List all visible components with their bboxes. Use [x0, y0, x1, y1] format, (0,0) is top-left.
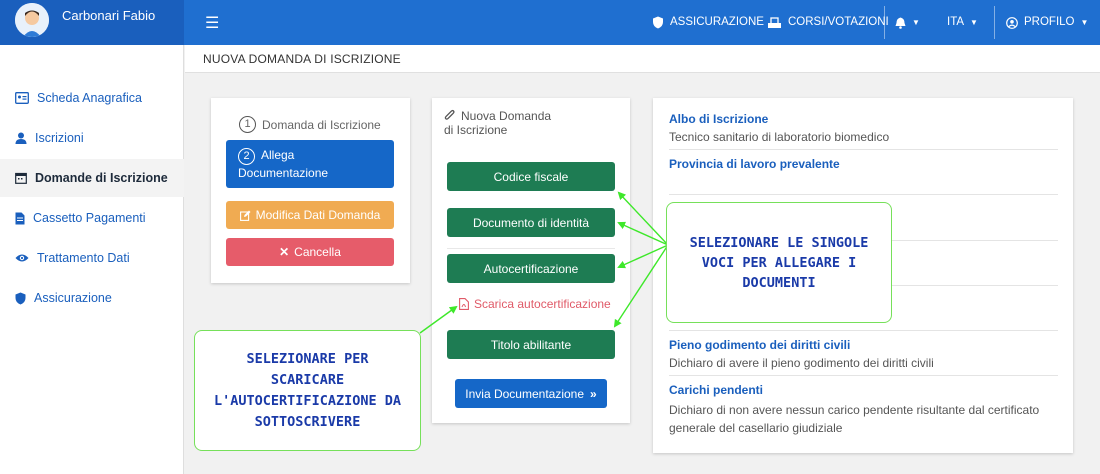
caret-down-icon: ▼	[970, 18, 978, 27]
diritti-label: Pieno godimento dei diritti civili	[669, 338, 851, 352]
diritti-value: Dichiaro di avere il pieno godimento dei…	[669, 356, 934, 370]
provincia-label: Provincia di lavoro prevalente	[669, 157, 840, 171]
carichi-value-line2: generale del casellario giudiziale	[669, 421, 843, 435]
titolo-abilitante-label: Titolo abilitante	[490, 337, 572, 352]
albo-label: Albo di Iscrizione	[669, 112, 769, 126]
autocertificazione-button[interactable]: Autocertificazione	[447, 254, 615, 283]
codice-fiscale-button[interactable]: Codice fiscale	[447, 162, 615, 191]
carichi-value-line1: Dichiaro di non avere nessun carico pend…	[669, 403, 1040, 417]
documents-title-line1: Nuova Domanda	[461, 109, 552, 123]
sidebar-item-cassetto-pagamenti[interactable]: Cassetto Pagamenti	[0, 199, 184, 237]
sidebar-item-label: Trattamento Dati	[37, 251, 130, 265]
double-chevron-right-icon: »	[590, 386, 597, 401]
nav-corsi-label: CORSI/VOTAZIONI	[788, 16, 889, 28]
notifications-dropdown[interactable]: ▼	[895, 0, 920, 45]
documento-identita-button[interactable]: Documento di identità	[447, 208, 615, 237]
user-circle-icon	[1006, 16, 1018, 29]
avatar-icon	[15, 3, 49, 37]
top-navbar: Carbonari Fabio ☰ ASSICURAZIONE CORSI/VO…	[0, 0, 1100, 45]
language-dropdown[interactable]: ITA ▼	[947, 0, 978, 45]
sidebar-item-domande-iscrizione[interactable]: Domande di Iscrizione	[0, 159, 184, 197]
close-icon: ✕	[279, 245, 290, 259]
cancella-label: Cancella	[294, 245, 341, 259]
shield-icon	[15, 292, 26, 304]
autocertificazione-label: Autocertificazione	[483, 261, 579, 276]
sidebar: Scheda Anagrafica Iscrizioni Domande di …	[0, 45, 184, 474]
divider	[669, 330, 1058, 331]
sidebar-item-label: Assicurazione	[34, 291, 112, 305]
nav-assicurazione[interactable]: ASSICURAZIONE	[652, 0, 764, 45]
step-2-label-line2: Documentazione	[238, 165, 329, 180]
sidebar-item-trattamento-dati[interactable]: Trattamento Dati	[0, 239, 184, 277]
carichi-value: Dichiaro di non avere nessun carico pend…	[669, 401, 1039, 437]
sidebar-item-iscrizioni[interactable]: Iscrizioni	[0, 119, 184, 157]
bell-icon	[895, 17, 906, 29]
step-1-label: Domanda di Iscrizione	[262, 117, 381, 132]
caret-down-icon: ▼	[1080, 18, 1089, 27]
divider	[669, 149, 1058, 150]
caret-down-icon: ▼	[912, 18, 920, 27]
sidebar-item-assicurazione[interactable]: Assicurazione	[0, 279, 184, 317]
step-1-number: 1	[239, 116, 256, 133]
profile-label: PROFILO	[1024, 16, 1075, 28]
paperclip-icon	[444, 109, 455, 120]
scarica-label: Scarica autocertificazione	[474, 297, 611, 311]
callout-attach-documents: SELEZIONARE LE SINGOLE VOCI PER ALLEGARE…	[666, 202, 892, 323]
eye-icon	[15, 254, 29, 262]
sidebar-item-label: Iscrizioni	[35, 131, 84, 145]
invia-documentazione-button[interactable]: Invia Documentazione »	[455, 379, 607, 408]
menu-toggle-icon[interactable]: ☰	[205, 13, 219, 33]
sidebar-item-label: Domande di Iscrizione	[35, 171, 168, 185]
language-label: ITA	[947, 16, 965, 28]
scarica-autocertificazione-link[interactable]: Scarica autocertificazione	[459, 297, 611, 311]
step-1[interactable]: 1 Domanda di Iscrizione	[239, 116, 381, 133]
step-2-number: 2	[238, 147, 255, 165]
titolo-abilitante-button[interactable]: Titolo abilitante	[447, 330, 615, 359]
documents-title-line2: di Iscrizione	[444, 123, 508, 137]
carichi-label: Carichi pendenti	[669, 383, 764, 397]
sidebar-item-label: Cassetto Pagamenti	[33, 211, 146, 225]
cancella-button[interactable]: ✕ Cancella	[226, 238, 394, 266]
modifica-label: Modifica Dati Domanda	[255, 208, 381, 222]
nav-divider	[884, 6, 885, 39]
nav-corsi-votazioni[interactable]: CORSI/VOTAZIONI	[767, 0, 889, 45]
nav-assicurazione-label: ASSICURAZIONE	[670, 16, 764, 28]
nav-divider	[994, 6, 995, 39]
codice-fiscale-label: Codice fiscale	[493, 169, 569, 184]
brand-area: Carbonari Fabio	[0, 0, 184, 45]
edit-icon	[239, 210, 251, 221]
sidebar-item-label: Scheda Anagrafica	[37, 91, 142, 105]
profile-dropdown[interactable]: PROFILO ▼	[1006, 0, 1088, 45]
callout-left-line1: SELEZIONARE PER	[246, 350, 369, 367]
callout-left-line2: SCARICARE	[270, 371, 345, 388]
divider	[669, 375, 1058, 376]
callout-right-line3: DOCUMENTI	[742, 274, 816, 291]
page-title: NUOVA DOMANDA DI ISCRIZIONE	[203, 52, 401, 66]
document-icon	[15, 212, 25, 224]
divider	[669, 194, 1058, 195]
callout-download-autocertification: SELEZIONARE PER SCARICARE L'AUTOCERTIFIC…	[194, 330, 421, 451]
pdf-file-icon	[459, 298, 469, 310]
callout-left-line4: SOTTOSCRIVERE	[254, 413, 361, 430]
avatar[interactable]	[15, 3, 49, 37]
calendar-icon	[15, 172, 27, 184]
step-2-label-line1: Allega	[261, 147, 295, 162]
sidebar-item-scheda-anagrafica[interactable]: Scheda Anagrafica	[0, 79, 184, 117]
step-2-active[interactable]: 2 Allega Documentazione	[226, 140, 394, 188]
callout-right-line2: VOCI PER ALLEGARE I	[701, 254, 857, 271]
invia-label: Invia Documentazione	[465, 386, 585, 401]
albo-value: Tecnico sanitario di laboratorio biomedi…	[669, 130, 890, 144]
documento-identita-label: Documento di identità	[472, 215, 590, 230]
voting-icon	[768, 16, 781, 28]
user-name: Carbonari Fabio	[62, 8, 156, 23]
documents-card-title: Nuova Domanda di Iscrizione	[444, 109, 551, 137]
callout-right-line1: SELEZIONARE LE SINGOLE	[689, 234, 869, 251]
id-card-icon	[15, 92, 29, 104]
user-icon	[15, 132, 27, 144]
modifica-dati-button[interactable]: Modifica Dati Domanda	[226, 201, 394, 229]
shield-icon	[653, 16, 663, 29]
callout-left-line3: L'AUTOCERTIFICAZIONE DA	[214, 392, 401, 409]
divider	[447, 248, 615, 249]
